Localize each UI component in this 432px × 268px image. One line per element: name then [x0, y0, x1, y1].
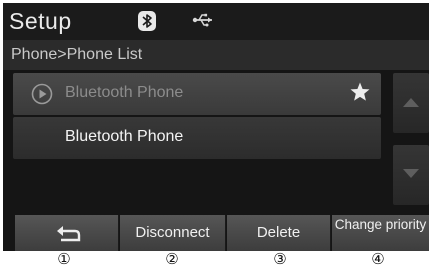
back-arrow-icon	[57, 226, 81, 242]
setup-screen: Setup Phone>Phone List Bluetooth Phone B…	[3, 3, 429, 251]
play-circle-icon	[31, 83, 53, 105]
bluetooth-icon	[138, 11, 156, 31]
breadcrumb-bar: Phone>Phone List	[3, 40, 429, 70]
page-title: Setup	[9, 8, 72, 34]
phone-list-item-label: Bluetooth Phone	[65, 84, 184, 101]
phone-list-item-connected[interactable]: Bluetooth Phone	[13, 73, 381, 115]
disconnect-label: Disconnect	[135, 224, 210, 241]
callout-1: ①	[57, 250, 71, 268]
header-bar: Setup	[3, 3, 429, 40]
delete-button[interactable]: Delete	[227, 215, 331, 251]
callout-2: ②	[165, 250, 179, 268]
callout-4: ④	[371, 250, 385, 268]
scroll-up-icon	[403, 98, 419, 107]
scroll-down-button[interactable]	[393, 145, 429, 205]
scroll-up-button[interactable]	[393, 73, 429, 133]
phone-list-item-label: Bluetooth Phone	[65, 128, 184, 145]
change-priority-button[interactable]: Change priority	[332, 215, 429, 251]
back-button[interactable]	[15, 215, 119, 251]
change-priority-label: Change priority	[334, 217, 427, 232]
scroll-down-icon	[403, 169, 419, 178]
delete-label: Delete	[256, 224, 301, 241]
callout-3: ③	[273, 250, 287, 268]
star-icon	[350, 82, 370, 101]
bottom-button-bar: Disconnect Delete Change priority	[3, 215, 429, 251]
usb-icon	[192, 13, 212, 27]
breadcrumb: Phone>Phone List	[11, 46, 143, 63]
phone-list-item[interactable]: Bluetooth Phone	[13, 117, 381, 159]
disconnect-button[interactable]: Disconnect	[120, 215, 226, 251]
